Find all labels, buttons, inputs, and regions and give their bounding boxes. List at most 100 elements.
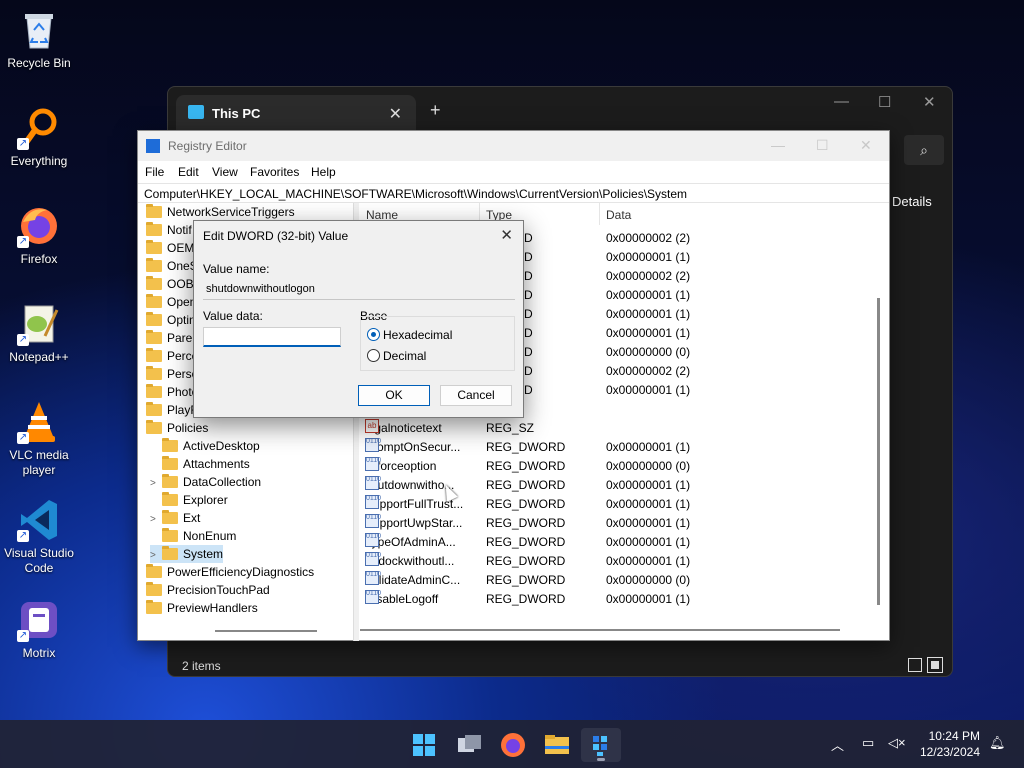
radio-hexadecimal[interactable] [367,328,380,341]
value-row[interactable]: 0110 SupportUwpStar... REG_DWORD 0x00000001… [359,514,879,533]
value-data: 0x00000001 (1) [606,497,691,511]
tree-item-label: Explorer [183,493,228,507]
task-view-button[interactable] [449,728,489,762]
tree-item-label: Attachments [183,457,250,471]
menu-favorites[interactable]: Favorites [250,165,299,179]
maximize-icon[interactable]: ☐ [816,137,829,154]
taskbar-registry-editor[interactable] [581,728,621,762]
list-scrollbar[interactable] [877,298,880,605]
menu-edit[interactable]: Edit [178,165,199,179]
radio-decimal[interactable] [367,349,380,362]
shortcut-arrow-icon: ↗ [17,530,29,542]
firefox-icon: ↗ [17,204,61,248]
registry-editor-icon [146,139,160,153]
desktop-icon-firefox[interactable]: ↗ Firefox [4,204,74,267]
tree-item[interactable]: PrecisionTouchPad [144,581,270,599]
tree-item[interactable]: ActiveDesktop [150,437,260,455]
tree-item[interactable]: OneS [144,257,198,275]
tab-this-pc[interactable]: This PC ✕ [176,95,416,133]
tree-item[interactable]: Explorer [150,491,228,509]
tree-item[interactable]: NonEnum [150,527,236,545]
column-separator[interactable] [599,203,600,225]
value-row[interactable]: 0110 undockwithoutl... REG_DWORD 0x00000001… [359,552,879,571]
value-row[interactable]: ab legalnoticetext REG_SZ [359,419,879,438]
column-data[interactable]: Data [606,208,631,222]
clock-time[interactable]: 10:24 PM [900,729,980,743]
radio-decimal-label[interactable]: Decimal [383,349,426,363]
value-row[interactable]: 0110 TypeOfAdminA... REG_DWORD 0x00000001 (… [359,533,879,552]
registry-editor-icon [593,736,607,756]
cancel-button[interactable]: Cancel [440,385,512,406]
tree-item[interactable]: PowerEfficiencyDiagnostics [144,563,314,581]
network-icon[interactable]: ▭ [862,735,874,751]
close-icon[interactable]: ✕ [500,226,513,244]
tree-item[interactable]: PlayR [144,401,199,419]
clock-date[interactable]: 12/23/2024 [900,745,980,759]
tree-item[interactable]: Perso [144,365,198,383]
tree-item[interactable]: Perce [144,347,198,365]
tree-item[interactable]: Policies [144,419,208,437]
tree-item-label: DataCollection [183,475,262,489]
desktop-icon-notepadpp[interactable]: ↗ Notepad++ [4,302,74,365]
value-row[interactable]: 0110 shutdownwitho... REG_DWORD 0x00000001 … [359,476,879,495]
value-row[interactable]: 0110 ValidateAdminC... REG_DWORD 0x00000000… [359,571,879,590]
tree-item[interactable]: OEMI [144,239,198,257]
taskbar-file-explorer[interactable] [537,728,577,762]
tree-item[interactable]: Optin [144,311,196,329]
value-type: REG_DWORD [486,592,566,606]
desktop-icon-vscode[interactable]: ↗ Visual Studio Code [4,498,74,576]
value-row[interactable]: 0110 DisableLogoff REG_DWORD 0x00000001 (1) [359,590,879,609]
radio-hexadecimal-label[interactable]: Hexadecimal [383,328,452,342]
notification-bell-icon[interactable]: 🔔︎ [989,735,1006,751]
value-row[interactable]: 0110 SupportFullTrust... REG_DWORD 0x000000… [359,495,879,514]
menu-file[interactable]: File [145,165,164,179]
menu-help[interactable]: Help [311,165,336,179]
tree-item-label: Open [167,295,197,309]
tree-item[interactable]: Attachments [150,455,250,473]
tree-horizontal-scrollbar[interactable] [215,630,317,632]
tree-item[interactable]: Open [144,293,196,311]
close-window-icon[interactable]: ✕ [860,137,872,154]
value-type: REG_DWORD [486,573,566,587]
folder-icon [146,276,162,290]
search-icon[interactable]: ⌕ [904,135,944,165]
shortcut-arrow-icon: ↗ [17,630,29,642]
maximize-icon[interactable]: ☐ [878,93,891,111]
minimize-icon[interactable]: — [834,93,849,110]
tree-item[interactable]: Photo [144,383,198,401]
address-bar[interactable]: Computer\HKEY_LOCAL_MACHINE\SOFTWARE\Mic… [138,183,889,203]
folder-icon [162,546,178,560]
close-tab-icon[interactable]: ✕ [389,104,402,124]
edit-dword-dialog[interactable]: Edit DWORD (32-bit) Value ✕ Value name: … [193,220,524,418]
desktop-icon-everything[interactable]: ↗ Everything [4,106,74,169]
ok-button[interactable]: OK [358,385,430,406]
desktop-icon-recycle-bin[interactable]: Recycle Bin [4,8,74,71]
dword-value-icon: 0110 [365,571,381,585]
close-window-icon[interactable]: ✕ [923,93,936,111]
value-data-input[interactable] [203,327,341,347]
tree-item[interactable]: Paren [144,329,199,347]
new-tab-icon[interactable]: + [430,100,441,121]
value-row[interactable]: 0110 scforceoption REG_DWORD 0x00000000 (0) [359,457,879,476]
start-button[interactable] [404,728,444,762]
desktop-icon-motrix[interactable]: ↗ Motrix [4,598,74,661]
details-view-icon[interactable] [908,658,922,672]
tree-item[interactable]: Notif [144,221,192,239]
list-horizontal-scrollbar[interactable] [360,629,840,631]
tree-item[interactable]: > Ext [150,509,200,527]
tree-item[interactable]: PreviewHandlers [144,599,258,617]
chevron-up-icon[interactable]: ︿ [831,735,844,754]
desktop-icon-vlc[interactable]: ↗ VLC media player [4,400,74,478]
dword-value-icon: 0110 [365,552,381,566]
tree-item[interactable]: > System [150,545,224,563]
taskbar-firefox[interactable] [493,728,533,762]
menu-view[interactable]: View [212,165,238,179]
dialog-title: Edit DWORD (32-bit) Value [203,229,349,243]
value-row[interactable]: 0110 PromptOnSecur... REG_DWORD 0x00000001 … [359,438,879,457]
details-button[interactable]: Details [892,194,932,209]
value-data: 0x00000001 (1) [606,307,691,321]
tree-item[interactable]: NetworkServiceTriggers [144,203,295,221]
minimize-icon[interactable]: — [771,137,785,153]
tiles-view-icon[interactable] [927,657,943,673]
tree-item[interactable]: > DataCollection [150,473,261,491]
